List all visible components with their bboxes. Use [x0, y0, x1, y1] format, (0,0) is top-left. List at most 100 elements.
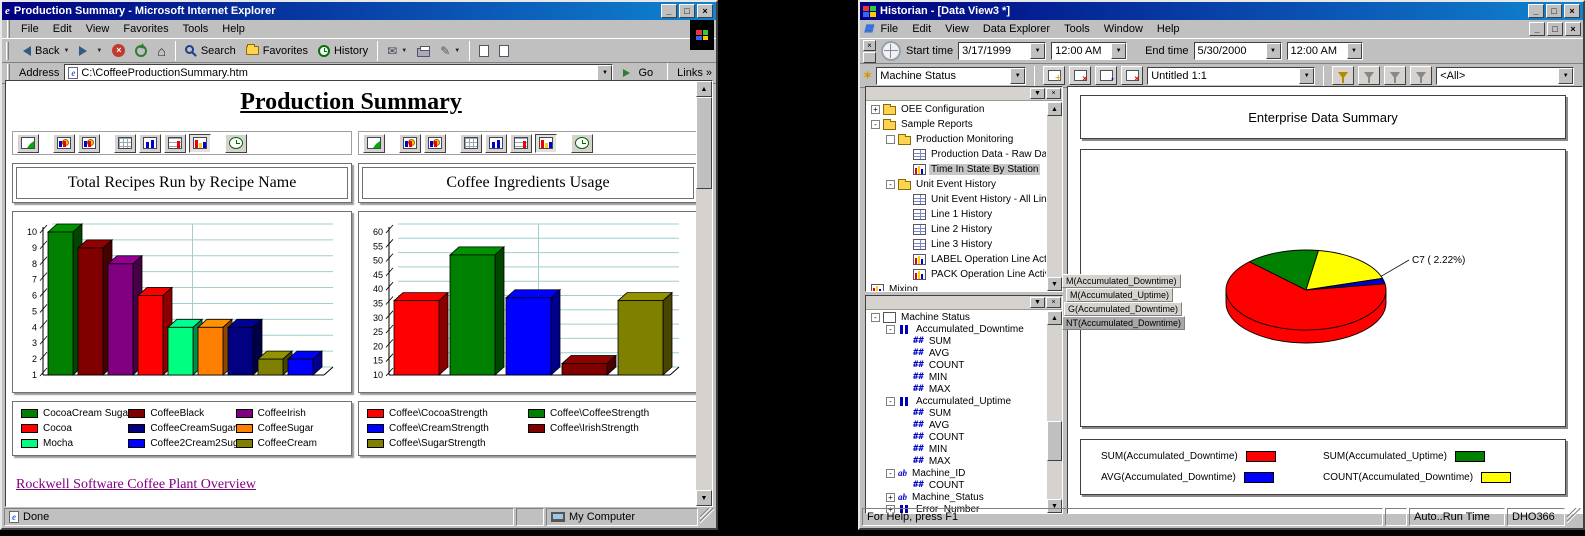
grid-chart-view-button[interactable] — [510, 134, 532, 153]
coffee-plant-overview-link[interactable]: Rockwell Software Coffee Plant Overview — [16, 477, 256, 493]
tree-item-sum[interactable]: ##SUM — [867, 407, 1046, 419]
tag-group-combo[interactable]: Machine Status ▼ — [876, 67, 1026, 85]
new-view-button[interactable] — [1043, 66, 1065, 85]
tree-item-pack-operation-line-activity[interactable]: PACK Operation Line Activity — [867, 267, 1046, 282]
filter-combo[interactable]: <All> ▼ — [1436, 67, 1574, 85]
tree-item-oee-configuration[interactable]: +OEE Configuration — [867, 102, 1046, 117]
start-time-combo[interactable]: 12:00 AM ▼ — [1051, 42, 1127, 60]
forward-button[interactable]: ▼ — [74, 44, 107, 58]
close-button[interactable]: × — [1564, 4, 1580, 18]
chart-time-button-1[interactable] — [53, 134, 75, 153]
edit-view-button[interactable] — [1069, 66, 1091, 85]
tree-item-unit-event-history[interactable]: -Unit Event History — [867, 177, 1046, 192]
scroll-up-button[interactable]: ▲ — [1047, 102, 1062, 116]
restore-button[interactable]: □ — [1546, 4, 1562, 18]
refresh-button[interactable] — [130, 43, 152, 59]
bar-view-button[interactable] — [139, 134, 161, 153]
tree-item-machine-status[interactable]: -Machine Status — [867, 311, 1046, 323]
drag-label[interactable]: M(Accumulated_Downtime) — [1062, 274, 1181, 288]
pane-close-button[interactable]: × — [1046, 297, 1061, 308]
stop-button[interactable]: × — [107, 42, 130, 59]
resize-grip[interactable] — [1567, 508, 1581, 526]
menu-help[interactable]: Help — [215, 21, 252, 37]
collapse-box[interactable]: - — [886, 180, 895, 189]
pane-menu-button[interactable]: ▼ — [1030, 88, 1045, 99]
scrollbar-thumb[interactable] — [1047, 421, 1062, 461]
tree-item-production-monitoring[interactable]: Production Monitoring — [867, 132, 1046, 147]
mail-dropdown-icon[interactable]: ▼ — [401, 48, 407, 54]
chart-time-button-2[interactable] — [424, 134, 446, 153]
filter-button[interactable] — [1358, 66, 1380, 85]
collapse-box[interactable]: - — [886, 469, 895, 478]
tree-item-line-2-history[interactable]: Line 2 History — [867, 222, 1046, 237]
chevron-down-icon[interactable]: ▼ — [1010, 68, 1025, 84]
drag-label[interactable]: G(Accumulated_Downtime) — [1064, 302, 1182, 316]
minimize-button[interactable]: _ — [1528, 4, 1544, 18]
discuss-button[interactable] — [474, 43, 494, 59]
chevron-down-icon[interactable]: ▼ — [1266, 43, 1281, 59]
chevron-down-icon[interactable]: ▼ — [1347, 43, 1362, 59]
tree-item-label-operation-line-activity[interactable]: LABEL Operation Line Activity — [867, 252, 1046, 267]
tree-item-max[interactable]: ##MAX — [867, 455, 1046, 467]
menu-window[interactable]: Window — [1097, 21, 1150, 37]
filter-clear-button[interactable] — [1384, 66, 1406, 85]
print-button[interactable] — [412, 43, 435, 59]
favorites-button[interactable]: Favorites — [241, 43, 313, 59]
child-minimize-button[interactable]: _ — [1529, 22, 1545, 36]
menu-tools[interactable]: Tools — [1057, 21, 1097, 37]
end-date-combo[interactable]: 5/30/2000 ▼ — [1194, 42, 1282, 60]
tree-item-count[interactable]: ##COUNT — [867, 359, 1046, 371]
tree-item-accumulated-downtime[interactable]: -Accumulated_Downtime — [867, 323, 1046, 335]
grid-view-button[interactable] — [460, 134, 482, 153]
chevron-down-icon[interactable]: ▼ — [1030, 43, 1045, 59]
tree-item-avg[interactable]: ##AVG — [867, 419, 1046, 431]
chart-time-button-2[interactable] — [78, 134, 100, 153]
menu-view[interactable]: View — [938, 21, 976, 37]
start-date-combo[interactable]: 3/17/1999 ▼ — [958, 42, 1046, 60]
chevron-down-icon[interactable]: ▼ — [1299, 68, 1314, 84]
report-button[interactable] — [17, 134, 39, 153]
collapse-box[interactable]: - — [871, 120, 880, 129]
tree-item-avg[interactable]: ##AVG — [867, 347, 1046, 359]
child-restore-button[interactable]: □ — [1547, 22, 1563, 36]
menu-file[interactable]: File — [873, 21, 905, 37]
scroll-down-button[interactable]: ▼ — [1047, 277, 1062, 291]
grid-view-button[interactable] — [114, 134, 136, 153]
edit-dropdown-icon[interactable]: ▼ — [454, 48, 460, 54]
back-button[interactable]: Back ▼ — [13, 43, 74, 59]
filter-new-button[interactable] — [1332, 66, 1354, 85]
maximize-button[interactable]: □ — [679, 4, 695, 18]
history-button[interactable]: History — [313, 43, 373, 59]
search-button[interactable]: Search — [180, 43, 241, 59]
forward-dropdown-icon[interactable]: ▼ — [96, 48, 102, 54]
messenger-button[interactable] — [494, 43, 514, 59]
grid-chart-view-button[interactable] — [164, 134, 186, 153]
tree-item-accumulated-uptime[interactable]: -Accumulated_Uptime — [867, 395, 1046, 407]
tree-item-line-1-history[interactable]: Line 1 History — [867, 207, 1046, 222]
filter-off-button[interactable] — [1410, 66, 1432, 85]
end-time-combo[interactable]: 12:00 AM ▼ — [1287, 42, 1363, 60]
mail-button[interactable]: ✉▼ — [382, 42, 412, 60]
menu-edit[interactable]: Edit — [46, 21, 79, 37]
tree-item-sum[interactable]: ##SUM — [867, 335, 1046, 347]
collapse-box[interactable]: - — [886, 397, 895, 406]
tree-item-min[interactable]: ##MIN — [867, 371, 1046, 383]
tree-scrollbar[interactable]: ▲ ▼ — [1047, 311, 1062, 513]
tree-item-mixing[interactable]: Mixing — [867, 282, 1046, 291]
chart-time-button-1[interactable] — [399, 134, 421, 153]
menu-data-explorer[interactable]: Data Explorer — [976, 21, 1057, 37]
links-label[interactable]: Links » — [677, 67, 712, 79]
scroll-up-button[interactable]: ▲ — [1047, 311, 1062, 325]
drag-label[interactable]: M(Accumulated_Uptime) — [1066, 288, 1173, 302]
tree-item-machine-id[interactable]: -abMachine_ID — [867, 467, 1046, 479]
tree-item-production-data-raw-data[interactable]: Production Data - Raw Data — [867, 147, 1046, 162]
refresh-timer-button[interactable] — [571, 134, 593, 153]
go-button[interactable]: Go — [618, 65, 658, 81]
scroll-up-button[interactable]: ▲ — [696, 81, 712, 97]
save-view-button[interactable] — [1095, 66, 1117, 85]
scroll-down-button[interactable]: ▼ — [696, 490, 712, 506]
address-dropdown-icon[interactable]: ▼ — [597, 65, 612, 81]
minimize-button[interactable]: _ — [661, 4, 677, 18]
view-name-combo[interactable]: Untitled 1:1 ▼ — [1147, 67, 1315, 85]
tree-item-max[interactable]: ##MAX — [867, 383, 1046, 395]
